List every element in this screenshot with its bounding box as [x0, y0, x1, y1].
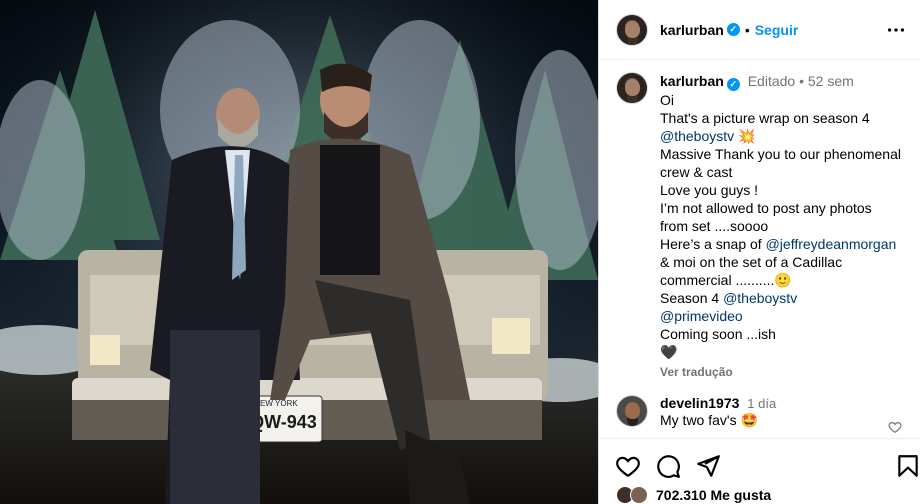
- mention-link[interactable]: @jeffreydeanmorgan: [766, 236, 897, 252]
- photo-illustration: NEW YORK MQW-943: [0, 0, 598, 504]
- caption-text: from set ....soooo: [660, 218, 769, 234]
- comment-like-heart-icon[interactable]: [888, 420, 902, 434]
- caption-line: from set ....soooo: [660, 217, 916, 235]
- caption-line: Love you guys !: [660, 181, 916, 199]
- caption-line: @primevideo: [660, 307, 916, 325]
- likes-summary[interactable]: 702.310 Me gusta: [616, 486, 771, 504]
- caption-text: I’m not allowed to post any photos: [660, 200, 872, 216]
- likes-count[interactable]: 702.310 Me gusta: [656, 487, 771, 503]
- caption-line: Massive Thank you to our phenomenal: [660, 145, 916, 163]
- caption-separator: •: [799, 73, 804, 89]
- caption-line: 🖤: [660, 343, 916, 361]
- see-translation-link[interactable]: Ver tradução: [660, 365, 916, 379]
- share-icon[interactable]: [695, 453, 721, 479]
- caption-text: Oi: [660, 92, 674, 108]
- bookmark-icon[interactable]: [895, 453, 920, 479]
- caption-line: Season 4 @theboystv: [660, 289, 916, 307]
- caption-line: That's a picture wrap on season 4: [660, 109, 916, 127]
- commenter-username[interactable]: develin1973: [660, 395, 739, 411]
- caption-text: crew & cast: [660, 164, 733, 180]
- caption-text: Massive Thank you to our phenomenal: [660, 146, 901, 162]
- caption-line: @theboystv 💥: [660, 127, 916, 145]
- comment-timestamp: 1 día: [747, 396, 777, 411]
- post-sidebar: karlurban ✓ • Seguir karlurban ✓ Editado …: [598, 0, 920, 504]
- post-actions: 702.310 Me gusta: [599, 438, 920, 504]
- caption-line: commercial ..........🙂: [660, 271, 916, 289]
- heart-icon[interactable]: [615, 453, 641, 479]
- caption-line: crew & cast: [660, 163, 916, 181]
- verified-badge-icon: ✓: [726, 23, 740, 36]
- comment-icon[interactable]: [655, 453, 681, 479]
- caption-text: That's a picture wrap on season 4: [660, 110, 870, 126]
- caption-username[interactable]: karlurban: [660, 73, 724, 89]
- verified-badge-icon: ✓: [726, 78, 740, 91]
- post-caption: karlurban ✓ Editado • 52 sem Oi That's a …: [616, 72, 916, 379]
- caption-text: Here’s a snap of: [660, 236, 766, 252]
- more-options-icon[interactable]: [885, 19, 907, 41]
- post-header: karlurban ✓ • Seguir: [599, 0, 920, 60]
- caption-text: 💥: [734, 128, 756, 144]
- liker-avatar: [630, 486, 648, 504]
- post-photo[interactable]: NEW YORK MQW-943: [0, 0, 598, 504]
- follow-button[interactable]: Seguir: [755, 22, 799, 38]
- caption-line: & moi on the set of a Cadillac: [660, 253, 916, 271]
- caption-line: Coming soon ...ish: [660, 325, 916, 343]
- caption-meta: karlurban ✓ Editado • 52 sem: [660, 72, 916, 91]
- edited-label: Editado: [747, 73, 796, 89]
- caption-text: Love you guys !: [660, 182, 759, 198]
- plate-state: NEW YORK: [254, 399, 298, 408]
- caption-line: Here’s a snap of @jeffreydeanmorgan: [660, 235, 916, 253]
- caption-text: 🖤: [660, 344, 678, 360]
- author-avatar[interactable]: [616, 13, 648, 46]
- caption-text: & moi on the set of a Cadillac: [660, 254, 843, 270]
- header-separator: •: [744, 21, 750, 38]
- caption-text: Season 4: [660, 290, 724, 306]
- comment-text: My two fav's 🤩: [660, 412, 758, 428]
- caption-timestamp[interactable]: 52 sem: [808, 73, 854, 89]
- caption-text: commercial ..........🙂: [660, 272, 792, 288]
- caption-text: Coming soon ...ish: [660, 326, 776, 342]
- mention-link[interactable]: @theboystv: [660, 128, 734, 144]
- mention-link[interactable]: @theboystv: [723, 290, 797, 306]
- caption-line: Oi: [660, 91, 916, 109]
- author-username[interactable]: karlurban: [660, 22, 724, 38]
- caption-author-avatar[interactable]: [616, 72, 648, 104]
- mention-link[interactable]: @primevideo: [660, 308, 743, 324]
- caption-line: I’m not allowed to post any photos: [660, 199, 916, 217]
- comment-item: develin1973 1 día My two fav's 🤩: [616, 395, 916, 429]
- commenter-avatar[interactable]: [616, 395, 648, 427]
